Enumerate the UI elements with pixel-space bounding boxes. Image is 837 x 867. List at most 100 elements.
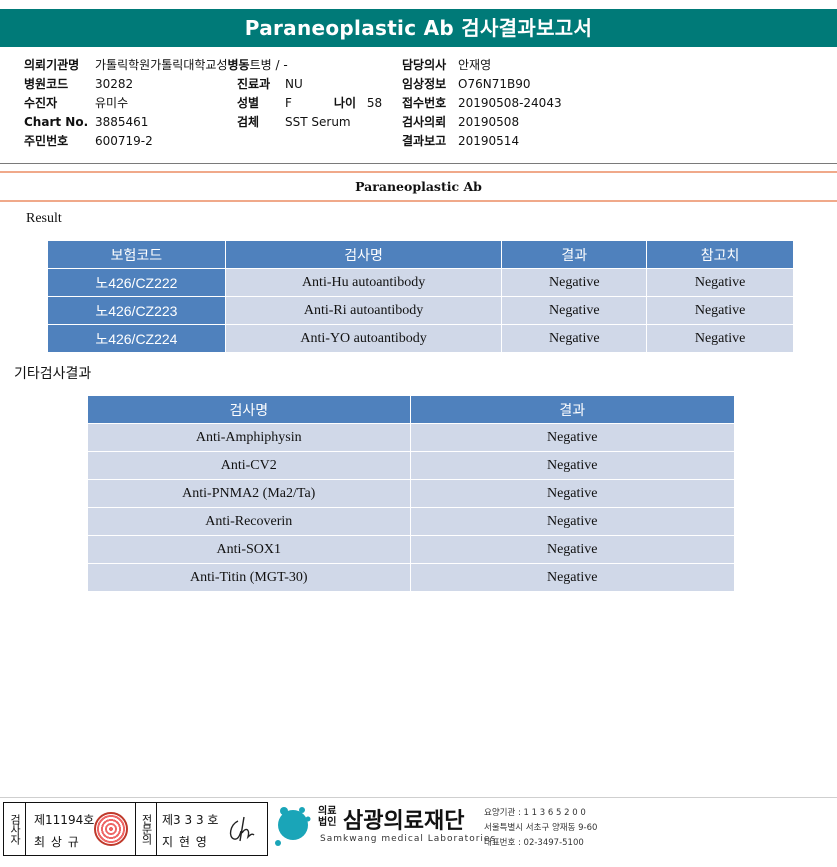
other-results-heading: 기타검사결과 <box>14 366 92 382</box>
info-label: 의뢰기관명 <box>24 58 80 72</box>
table-row: 노426/CZ223 Anti-Ri autoantibody Negative… <box>47 296 794 325</box>
test-name: Anti-SOX1 <box>87 535 411 564</box>
table-row: Anti-Amphiphysin Negative <box>87 423 736 452</box>
info-row: 진료과 NU <box>237 74 382 93</box>
info-value: 20190508 <box>458 114 520 129</box>
test-name: Anti-CV2 <box>87 451 411 480</box>
specimen-label: 검체 <box>237 115 260 129</box>
column-header: 참고치 <box>646 240 794 269</box>
info-row: 담당의사 안재영 <box>402 55 562 74</box>
table-row: 노426/CZ222 Anti-Hu autoantibody Negative… <box>47 268 794 297</box>
org-phone: 대표번호 : 02-3497-5100 <box>484 838 584 848</box>
info-row: 성별 F 나이 58 <box>237 93 382 112</box>
divider <box>0 200 837 202</box>
age-value: 58 <box>366 95 383 110</box>
column-header: 결과 <box>501 240 648 269</box>
organization-info: 요양기관 : 1 1 3 6 5 2 0 0 서울특별시 서초구 양재동 9-6… <box>484 806 597 851</box>
info-value: O76N71B90 <box>458 76 531 91</box>
test-name: Anti-Recoverin <box>87 507 411 536</box>
info-row <box>237 55 382 74</box>
signature-box: 검사자 제11194호 최 상 규 전문의 제3 3 3 호 지 현 영 <box>3 802 268 856</box>
info-value: 가톨릭학원가톨릭대학교성 <box>95 58 228 72</box>
column-header: 검사명 <box>224 240 503 269</box>
info-row: 접수번호 20190508-24043 <box>402 93 562 112</box>
column-header: 결과 <box>409 395 736 424</box>
org-code: 요양기관 : 1 1 3 6 5 2 0 0 <box>484 808 586 818</box>
specialist-label: 전문의 <box>135 803 157 855</box>
table-row: Anti-PNMA2 (Ma2/Ta) Negative <box>87 479 736 508</box>
test-name: Anti-YO autoantibody <box>224 324 503 353</box>
table-row: 노426/CZ224 Anti-YO autoantibody Negative… <box>47 324 794 353</box>
org-address: 서울특별시 서초구 양재동 9-60 <box>484 823 598 833</box>
test-result: Negative <box>409 479 736 508</box>
insurance-code: 노426/CZ224 <box>47 324 226 353</box>
info-row: 주민번호 600719-2 <box>24 131 288 150</box>
reference-value: Negative <box>646 324 794 353</box>
table-header-row: 검사명 결과 <box>87 395 736 424</box>
logo-tag: 의료 법인 <box>318 806 337 828</box>
insurance-code: 노426/CZ222 <box>47 268 226 297</box>
info-row: 결과보고 20190514 <box>402 131 562 150</box>
sex-value: F <box>285 95 292 110</box>
info-value: 600719-2 <box>95 133 153 148</box>
reference-value: Negative <box>646 296 794 325</box>
section-title: Paraneoplastic Ab <box>355 179 482 194</box>
test-name: Anti-Titin (MGT-30) <box>87 563 411 592</box>
info-value: 30282 <box>95 76 134 91</box>
info-label: 결과보고 <box>402 134 447 148</box>
dept-label: 진료과 <box>237 77 271 91</box>
table-row: Anti-SOX1 Negative <box>87 535 736 564</box>
info-value: 유미수 <box>95 96 129 110</box>
divider <box>0 171 837 173</box>
test-name: Anti-Ri autoantibody <box>224 296 503 325</box>
test-result: Negative <box>501 324 648 353</box>
report-title: Paraneoplastic Ab 검사결과보고서 <box>0 9 837 47</box>
info-label: 병원코드 <box>24 77 69 91</box>
signature-icon <box>229 816 255 842</box>
results-table: 보험코드 검사명 결과 참고치 노426/CZ222 Anti-Hu autoa… <box>47 240 794 353</box>
reference-value: Negative <box>646 268 794 297</box>
test-result: Negative <box>409 451 736 480</box>
info-label: 담당의사 <box>402 58 447 72</box>
info-row: 검사의뢰 20190508 <box>402 112 562 131</box>
organization-name: 삼광의료재단 <box>343 809 465 834</box>
info-label: 임상정보 <box>402 77 447 91</box>
examiner-label: 검사자 <box>4 803 26 855</box>
test-result: Negative <box>409 423 736 452</box>
seal-stamp-icon <box>94 812 128 846</box>
sml-logo-icon: SML <box>275 807 311 850</box>
test-name: Anti-Amphiphysin <box>87 423 411 452</box>
info-row: 임상정보 O76N71B90 <box>402 74 562 93</box>
examiner-name: 최 상 규 <box>34 835 80 849</box>
organization-english-name: Samkwang medical Laboratories <box>320 834 497 844</box>
table-header-row: 보험코드 검사명 결과 참고치 <box>47 240 794 269</box>
table-row: Anti-Titin (MGT-30) Negative <box>87 563 736 592</box>
logo-abbr: SML <box>285 842 302 850</box>
other-results-table: 검사명 결과 Anti-Amphiphysin Negative Anti-CV… <box>87 395 736 592</box>
test-name: Anti-Hu autoantibody <box>224 268 503 297</box>
specimen-value: SST Serum <box>285 114 351 129</box>
info-label: Chart No. <box>24 114 89 129</box>
footer-divider <box>0 797 837 798</box>
info-label: 수진자 <box>24 96 58 110</box>
info-value: 3885461 <box>95 114 149 129</box>
specialist-name: 지 현 영 <box>162 835 208 849</box>
info-value: 안재영 <box>458 58 492 72</box>
column-header: 보험코드 <box>47 240 226 269</box>
test-result: Negative <box>501 296 648 325</box>
patient-info-middle: 진료과 NU 성별 F 나이 58 검체 SST Serum <box>237 55 382 131</box>
table-row: Anti-Recoverin Negative <box>87 507 736 536</box>
info-value: 20190514 <box>458 133 520 148</box>
info-label: 접수번호 <box>402 96 447 110</box>
result-heading: Result <box>26 211 62 226</box>
divider <box>0 163 837 164</box>
insurance-code: 노426/CZ223 <box>47 296 226 325</box>
patient-info-right: 담당의사 안재영 임상정보 O76N71B90 접수번호 20190508-24… <box>402 55 562 150</box>
info-label: 검사의뢰 <box>402 115 447 129</box>
test-result: Negative <box>409 535 736 564</box>
test-result: Negative <box>409 563 736 592</box>
specialist-license: 제3 3 3 호 <box>162 813 219 827</box>
test-name: Anti-PNMA2 (Ma2/Ta) <box>87 479 411 508</box>
table-row: Anti-CV2 Negative <box>87 451 736 480</box>
age-label: 나이 <box>333 96 356 110</box>
